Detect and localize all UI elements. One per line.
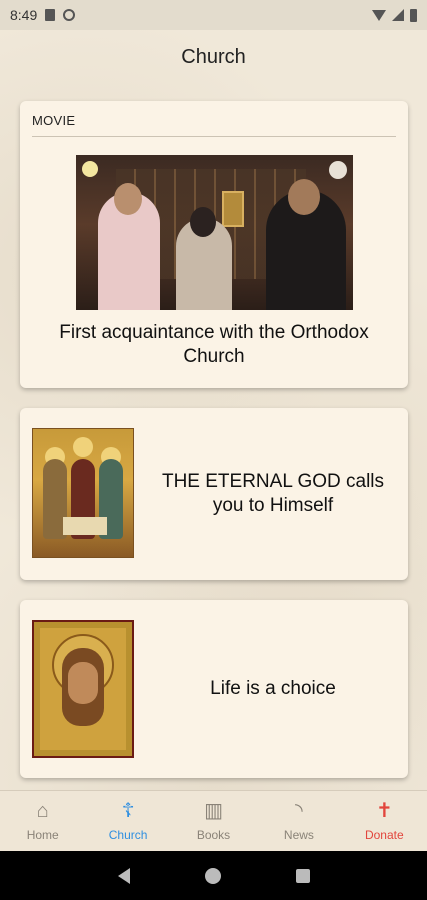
- home-icon: ⌂: [36, 800, 49, 822]
- card-divider: [32, 136, 396, 137]
- nav-item-church[interactable]: ☦ Church: [85, 791, 170, 851]
- movie-card[interactable]: MOVIE First acquaintance with the Orthod…: [20, 101, 408, 388]
- saviour-icon-image: [32, 620, 134, 758]
- movie-thumbnail[interactable]: [76, 155, 353, 310]
- status-right: [372, 8, 417, 22]
- person-heart-icon: ✝: [375, 800, 393, 822]
- article-card-life-choice[interactable]: Life is a choice: [20, 600, 408, 778]
- status-left: 8:49: [10, 7, 76, 23]
- article-card-eternal-god[interactable]: THE ETERNAL GOD calls you to Himself: [20, 408, 408, 580]
- nav-label: News: [283, 828, 314, 842]
- system-navigation-bar: [0, 851, 427, 900]
- sd-card-icon: [45, 9, 56, 21]
- nav-label: Books: [196, 828, 231, 842]
- books-icon: ▥: [204, 800, 223, 822]
- home-button-icon[interactable]: [204, 867, 221, 884]
- status-time: 8:49: [10, 7, 38, 23]
- do-not-disturb-icon: [63, 9, 76, 21]
- wifi-icon: [372, 9, 386, 21]
- article-title: Life is a choice: [210, 678, 336, 699]
- channel-logo-icon: [82, 161, 98, 177]
- page-title: Church: [181, 45, 246, 68]
- nav-label: Donate: [364, 828, 404, 842]
- nav-item-news[interactable]: ◝ News: [256, 791, 341, 851]
- movie-title: First acquaintance with the Orthodox Chu…: [59, 322, 369, 367]
- back-icon[interactable]: [117, 867, 130, 884]
- nav-item-books[interactable]: ▥ Books: [171, 791, 256, 851]
- signal-icon: [392, 9, 404, 21]
- nav-label: Home: [26, 828, 59, 842]
- article-title: THE ETERNAL GOD calls you to Himself: [161, 471, 385, 516]
- recent-apps-icon[interactable]: [295, 868, 310, 883]
- nav-item-donate[interactable]: ✝ Donate: [342, 791, 427, 851]
- bottom-navigation: ⌂ Home ☦ Church ▥ Books ◝ News ✝ Donate: [0, 790, 427, 851]
- orthodox-cross-icon: ☦: [121, 800, 135, 822]
- watermark-icon: [329, 161, 347, 179]
- nav-item-home[interactable]: ⌂ Home: [0, 791, 85, 851]
- nav-label: Church: [108, 828, 148, 842]
- trinity-icon-image: [32, 428, 134, 558]
- status-bar: 8:49: [0, 0, 427, 30]
- battery-icon: [410, 8, 417, 22]
- rss-icon: ◝: [295, 800, 303, 822]
- card-category-label: MOVIE: [32, 113, 76, 128]
